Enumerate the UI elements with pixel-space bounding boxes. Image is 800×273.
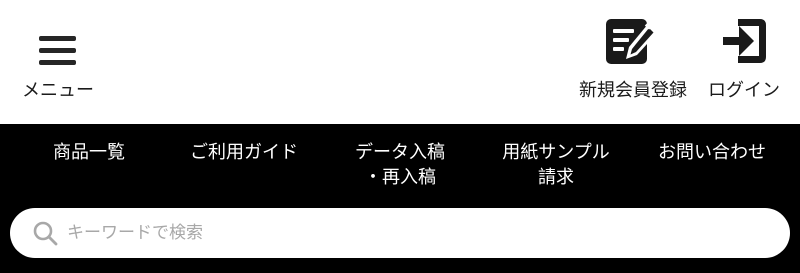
nav-item-label: データ入稿 (355, 142, 445, 163)
nav-item-paper-sample[interactable]: 用紙サンプル 請求 (476, 140, 636, 190)
nav-item-data-submission[interactable]: データ入稿 ・再入稿 (320, 140, 480, 190)
nav-item-label-line2: 請求 (538, 167, 574, 188)
nav-item-guide[interactable]: ご利用ガイド (164, 140, 324, 165)
search-bar (10, 208, 790, 258)
nav-item-label-line2: ・再入稿 (364, 167, 436, 188)
hamburger-menu-icon (39, 36, 77, 66)
register-button[interactable]: 新規会員登録 (570, 16, 696, 106)
main-nav: 商品一覧 ご利用ガイド データ入稿 ・再入稿 用紙サンプル 請求 お問い合わせ (0, 124, 800, 208)
nav-item-contact[interactable]: お問い合わせ (632, 140, 792, 165)
register-label: 新規会員登録 (579, 80, 687, 101)
nav-item-label: 用紙サンプル (502, 142, 610, 163)
nav-item-products[interactable]: 商品一覧 (9, 140, 169, 165)
login-label: ログイン (708, 80, 780, 101)
nav-item-label: お問い合わせ (658, 142, 766, 163)
nav-item-label: 商品一覧 (53, 142, 125, 163)
login-arrow-icon (723, 19, 766, 63)
search-icon (33, 221, 58, 246)
search-input[interactable] (67, 215, 767, 251)
menu-label: メニュー (22, 80, 94, 101)
nav-item-label: ご利用ガイド (190, 142, 298, 163)
header-bar: メニュー 新規会員登録 ログイン (0, 0, 800, 124)
menu-button[interactable]: メニュー (12, 26, 104, 104)
edit-document-icon (606, 19, 657, 64)
login-button[interactable]: ログイン (702, 16, 786, 106)
